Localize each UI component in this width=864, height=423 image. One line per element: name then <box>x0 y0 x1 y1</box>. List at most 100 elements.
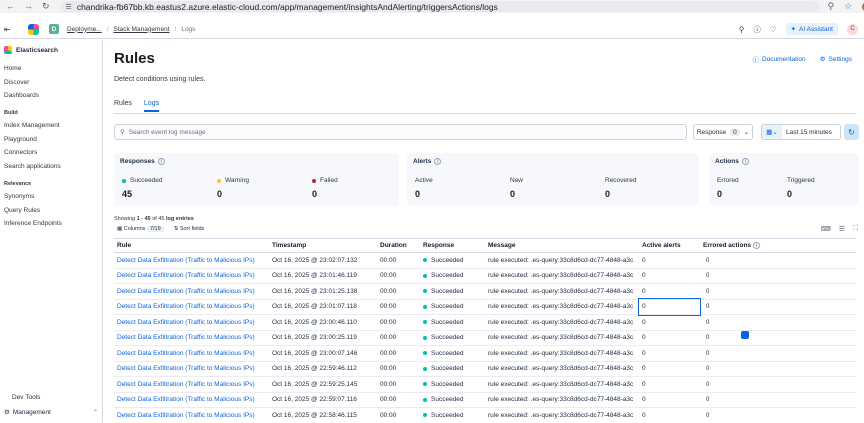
rule-link[interactable]: Detect Data Exfiltration (Traffic to Mal… <box>114 361 269 377</box>
table-row[interactable]: Detect Data Exfiltration (Traffic to Mal… <box>114 345 856 362</box>
info-icon[interactable]: i <box>434 158 442 165</box>
rule-link[interactable]: Detect Data Exfiltration (Traffic to Mal… <box>114 268 269 284</box>
message-cell[interactable]: rule executed: .es-query:33c8d6cd-dc77-4… <box>485 361 639 377</box>
column-header-active-alerts[interactable]: Active alerts <box>639 238 700 253</box>
active-alerts-cell[interactable]: 0 <box>639 268 700 284</box>
errored-actions-cell[interactable]: 0 <box>700 314 856 331</box>
active-alerts-cell[interactable]: 0 <box>639 376 700 393</box>
active-alerts-cell[interactable]: 0 <box>639 314 700 331</box>
errored-actions-cell[interactable]: 0 <box>700 252 856 269</box>
sidebar-item-management[interactable]: ⚙ Management ⌃ <box>4 408 98 417</box>
sidebar-item-discover[interactable]: Discover <box>4 79 29 86</box>
rule-link[interactable]: Detect Data Exfiltration (Traffic to Mal… <box>114 252 269 269</box>
zoom-icon[interactable]: ⚲ <box>828 1 835 12</box>
info-icon[interactable]: i <box>741 158 749 165</box>
active-alerts-cell[interactable]: 0 <box>639 361 700 377</box>
sidebar-item-dev-tools[interactable]: Dev Tools <box>12 394 40 401</box>
response-filter-button[interactable]: Response 0 ⌄ <box>693 124 753 140</box>
sidebar-item-dashboards[interactable]: Dashboards <box>4 92 39 99</box>
ai-assistant-button[interactable]: ✦ AI Assistant <box>785 23 838 35</box>
nav-toggle-icon[interactable]: ⇤ <box>4 25 16 34</box>
refresh-button[interactable]: ↻ <box>844 124 859 140</box>
sidebar-brand[interactable]: Elasticsearch <box>4 46 102 54</box>
table-row[interactable]: Detect Data Exfiltration (Traffic to Mal… <box>114 376 856 393</box>
active-alerts-cell[interactable]: 0 <box>639 330 700 346</box>
user-avatar[interactable]: C <box>847 23 858 35</box>
column-header-message[interactable]: Message <box>485 238 639 253</box>
forward-icon[interactable]: → <box>24 1 33 12</box>
column-header-timestamp[interactable]: Timestamp <box>269 238 377 253</box>
errored-actions-cell[interactable]: 0 <box>700 376 856 393</box>
display-density-icon[interactable]: ☰ <box>839 225 845 233</box>
table-row[interactable]: Detect Data Exfiltration (Traffic to Mal… <box>114 283 856 300</box>
bookmark-star-icon[interactable]: ☆ <box>844 1 852 12</box>
column-header-errored-actions[interactable]: Errored actions i <box>700 238 856 253</box>
errored-actions-cell[interactable]: 0 <box>700 407 856 423</box>
rule-link[interactable]: Detect Data Exfiltration (Traffic to Mal… <box>114 392 269 408</box>
sort-fields-button[interactable]: ⇅ Sort fields <box>174 226 205 232</box>
table-row[interactable]: Detect Data Exfiltration (Traffic to Mal… <box>114 392 856 408</box>
sidebar-item-search-applications[interactable]: Search applications <box>4 163 61 170</box>
errored-actions-cell[interactable]: 0 <box>700 392 856 408</box>
active-alerts-cell[interactable]: 0 <box>639 345 700 362</box>
table-row[interactable]: Detect Data Exfiltration (Traffic to Mal… <box>114 361 856 377</box>
message-cell[interactable]: rule executed: .es-query:33c8d6cd-dc77-4… <box>485 330 639 346</box>
rule-link[interactable]: Detect Data Exfiltration (Traffic to Mal… <box>114 376 269 393</box>
rule-link[interactable]: Detect Data Exfiltration (Traffic to Mal… <box>114 407 269 423</box>
site-info-icon[interactable]: ☰ <box>66 3 72 11</box>
message-cell[interactable]: rule executed: .es-query:33c8d6cd-dc77-4… <box>485 283 639 300</box>
rule-link[interactable]: Detect Data Exfiltration (Traffic to Mal… <box>114 330 269 346</box>
info-icon[interactable]: i <box>752 242 760 250</box>
message-cell[interactable]: rule executed: .es-query:33c8d6cd-dc77-4… <box>485 299 639 315</box>
sidebar-item-inference-endpoints[interactable]: Inference Endpoints <box>4 220 62 227</box>
cell-expand-popover-button[interactable] <box>741 331 749 339</box>
active-alerts-cell[interactable]: 0 <box>639 407 700 423</box>
table-row[interactable]: Detect Data Exfiltration (Traffic to Mal… <box>114 298 856 316</box>
message-cell[interactable]: rule executed: .es-query:33c8d6cd-dc77-4… <box>485 407 639 423</box>
active-alerts-cell[interactable]: 0 <box>639 283 700 300</box>
column-header-rule[interactable]: Rule <box>114 238 269 253</box>
sidebar-item-home[interactable]: Home <box>4 65 21 72</box>
settings-button[interactable]: ⚙ Settings <box>820 54 852 64</box>
errored-actions-cell[interactable]: 0 <box>700 299 856 315</box>
table-row[interactable]: Detect Data Exfiltration (Traffic to Mal… <box>114 314 856 331</box>
message-cell[interactable]: rule executed: .es-query:33c8d6cd-dc77-4… <box>485 252 639 269</box>
column-header-response[interactable]: Response <box>420 238 485 253</box>
tab-rules[interactable]: Rules <box>114 100 132 112</box>
rule-link[interactable]: Detect Data Exfiltration (Traffic to Mal… <box>114 345 269 362</box>
errored-actions-cell[interactable]: 0 <box>700 268 856 284</box>
elastic-logo-icon[interactable] <box>28 23 39 35</box>
date-picker[interactable]: ▦⌄ Last 15 minutes <box>761 124 841 140</box>
breadcrumb-stack-management[interactable]: Stack Management <box>114 26 170 33</box>
space-avatar[interactable]: D <box>49 24 59 34</box>
rule-link[interactable]: Detect Data Exfiltration (Traffic to Mal… <box>114 299 269 315</box>
sidebar-item-query-rules[interactable]: Query Rules <box>4 207 40 214</box>
message-cell[interactable]: rule executed: .es-query:33c8d6cd-dc77-4… <box>485 268 639 284</box>
message-cell[interactable]: rule executed: .es-query:33c8d6cd-dc77-4… <box>485 376 639 393</box>
news-feed-icon[interactable]: ♡ <box>770 25 777 34</box>
reload-icon[interactable]: ↻ <box>42 1 50 12</box>
column-header-duration[interactable]: Duration <box>377 238 420 253</box>
keyboard-shortcuts-icon[interactable]: ⌨ <box>821 225 831 233</box>
search-icon[interactable]: ⚲ <box>739 25 745 34</box>
sidebar-item-index-management[interactable]: Index Management <box>4 122 60 129</box>
active-alerts-cell[interactable]: 0 <box>639 252 700 269</box>
address-bar[interactable]: ☰ chandrika-fb67bb.kb.eastus2.azure.elas… <box>59 1 820 12</box>
rule-link[interactable]: Detect Data Exfiltration (Traffic to Mal… <box>114 314 269 331</box>
errored-actions-cell[interactable]: 0 <box>700 345 856 362</box>
active-alerts-cell[interactable]: 0 <box>638 298 701 316</box>
search-input[interactable]: ⚲ Search event log message <box>114 124 687 140</box>
sidebar-item-playground[interactable]: Playground <box>4 136 37 143</box>
sidebar-item-synonyms[interactable]: Synonyms <box>4 193 34 200</box>
message-cell[interactable]: rule executed: .es-query:33c8d6cd-dc77-4… <box>485 314 639 331</box>
table-row[interactable]: Detect Data Exfiltration (Traffic to Mal… <box>114 268 856 284</box>
tab-logs[interactable]: Logs <box>143 100 160 112</box>
breadcrumb-deployment[interactable]: Deployme... <box>67 26 102 33</box>
table-row[interactable]: Detect Data Exfiltration (Traffic to Mal… <box>114 252 856 269</box>
message-cell[interactable]: rule executed: .es-query:33c8d6cd-dc77-4… <box>485 345 639 362</box>
back-icon[interactable]: ← <box>6 1 15 12</box>
errored-actions-cell[interactable]: 0 <box>700 330 856 346</box>
documentation-link[interactable]: ⓘ Documentation <box>752 54 805 65</box>
info-icon[interactable]: i <box>157 158 165 165</box>
active-alerts-cell[interactable]: 0 <box>639 392 700 408</box>
